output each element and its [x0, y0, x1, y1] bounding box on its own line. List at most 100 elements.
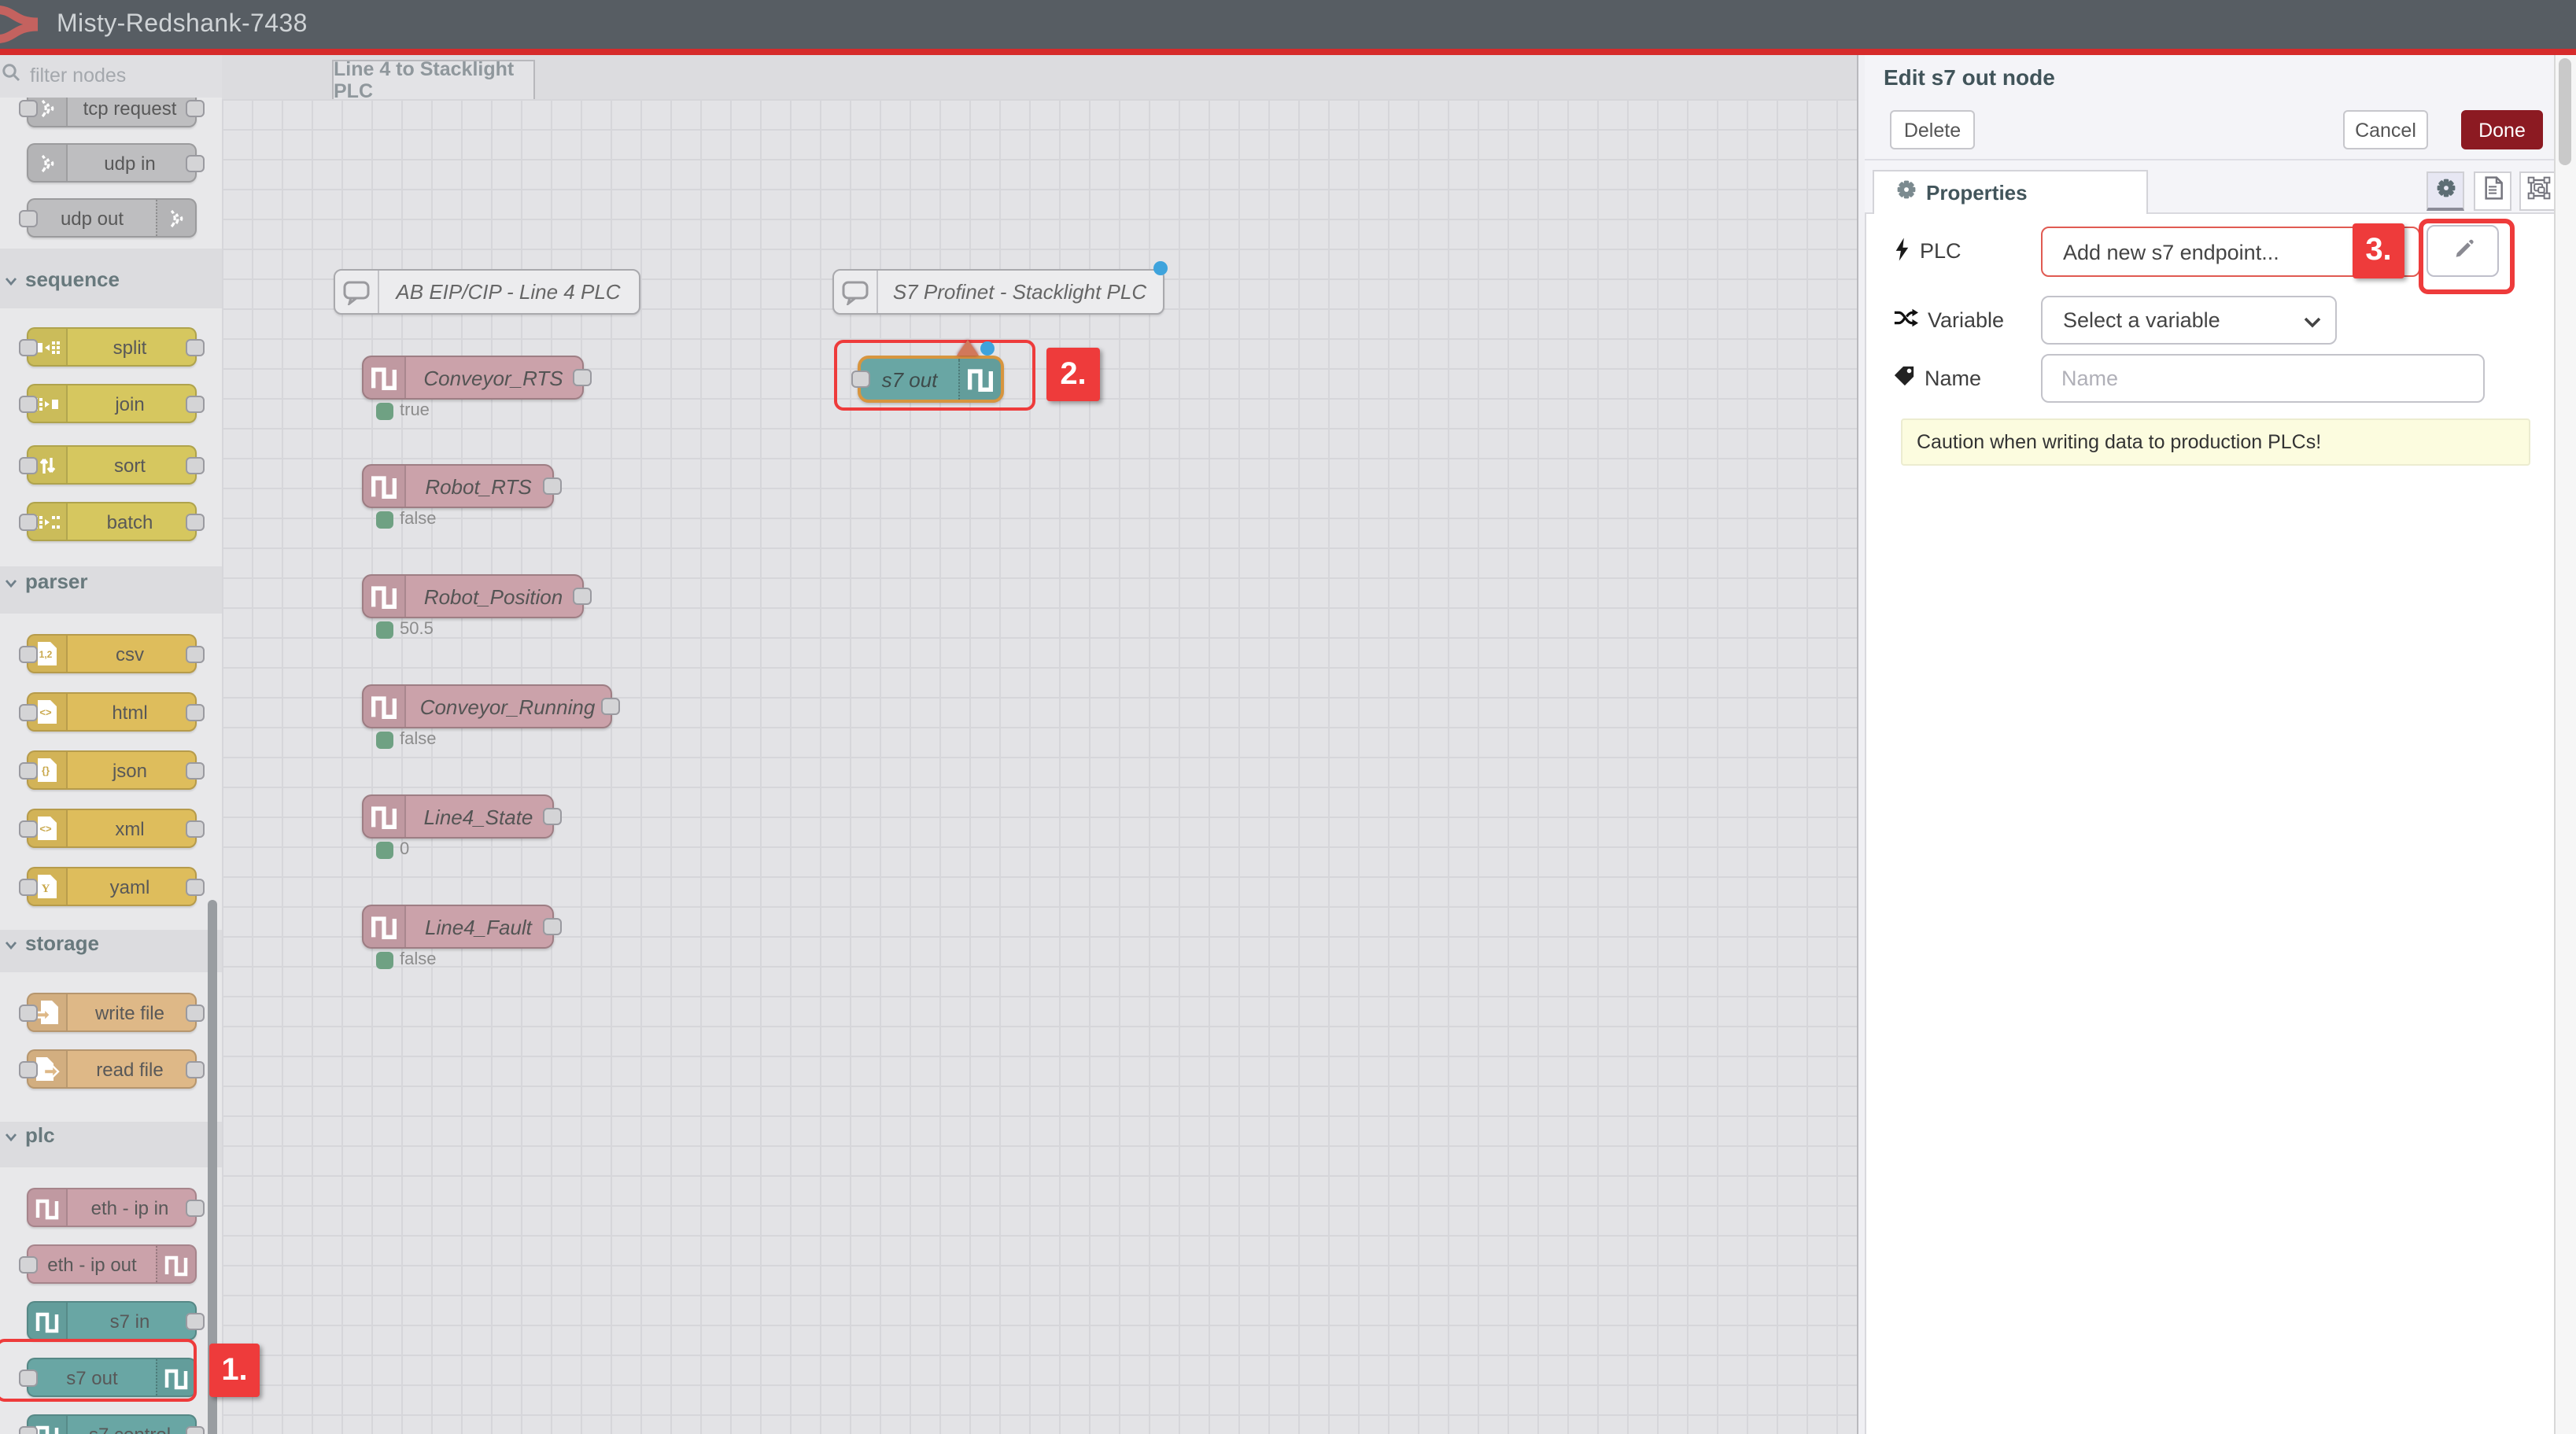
input-port[interactable]: [18, 456, 37, 474]
palette-node-label: eth - ip in: [65, 1189, 194, 1226]
tray-resize-grip[interactable]: [1858, 54, 1866, 1434]
flow-canvas[interactable]: AB EIP/CIP - Line 4 PLC S7 Profinet - St…: [222, 99, 1857, 1434]
input-port[interactable]: [18, 99, 37, 116]
palette-node-udp-in[interactable]: udp in: [26, 143, 196, 182]
tray-scrollbar-handle[interactable]: [2559, 57, 2571, 164]
input-port[interactable]: [18, 1425, 37, 1434]
status-text: 50.5: [400, 620, 434, 639]
tray-toolbar: Properties: [1865, 160, 2556, 214]
variable-select[interactable]: Select a variable: [2041, 296, 2337, 345]
cancel-button[interactable]: Cancel: [2343, 110, 2428, 149]
tab-properties[interactable]: Properties: [1873, 169, 2148, 214]
palette-node-tcp-request[interactable]: tcp request: [26, 98, 196, 127]
square-wave-icon: [364, 357, 406, 398]
palette-node-eth-ip-in[interactable]: eth - ip in: [26, 1188, 196, 1227]
svg-text:<>: <>: [39, 823, 52, 835]
output-port[interactable]: [543, 477, 562, 495]
output-port[interactable]: [185, 1199, 204, 1216]
output-port[interactable]: [185, 456, 204, 474]
output-port[interactable]: [185, 395, 204, 412]
input-port[interactable]: [18, 1060, 37, 1078]
tab-properties-label: Properties: [1926, 181, 2028, 205]
input-port[interactable]: [18, 395, 37, 412]
input-port[interactable]: [18, 761, 37, 779]
output-port[interactable]: [185, 1312, 204, 1329]
category-label: parser: [25, 569, 88, 592]
chevron-down-icon: [5, 931, 17, 954]
palette-category-storage[interactable]: storage: [0, 928, 222, 957]
palette-node-join[interactable]: join: [26, 384, 196, 423]
flow-node-robot-position[interactable]: Robot_Position: [362, 574, 584, 618]
gear-icon: [2435, 177, 2456, 202]
input-port[interactable]: [851, 370, 869, 388]
palette-node-html[interactable]: <> html: [26, 692, 196, 732]
palette-search-input[interactable]: [27, 64, 206, 89]
palette-category-plc[interactable]: plc: [0, 1120, 222, 1148]
flow-node-robot-rts[interactable]: Robot_RTS: [362, 464, 554, 508]
done-button[interactable]: Done: [2461, 110, 2543, 149]
palette-node-batch[interactable]: batch: [26, 502, 196, 541]
flow-node-s7-out-selected[interactable]: s7 out: [857, 356, 1003, 403]
output-port[interactable]: [543, 808, 562, 825]
output-port[interactable]: [185, 99, 204, 116]
palette-node-read-file[interactable]: read file: [26, 1049, 196, 1089]
plc-field-label: PLC: [1893, 227, 1962, 275]
output-port[interactable]: [185, 1425, 204, 1434]
output-port[interactable]: [185, 154, 204, 171]
palette-node-sort[interactable]: sort: [26, 445, 196, 485]
comment-node-ab-eip[interactable]: AB EIP/CIP - Line 4 PLC: [334, 269, 640, 315]
status-text: false: [400, 510, 437, 529]
svg-text:<>: <>: [39, 706, 52, 718]
shuffle-icon: [1893, 307, 1918, 334]
description-view-button[interactable]: [2474, 171, 2511, 210]
output-port[interactable]: [601, 698, 620, 715]
properties-view-button[interactable]: [2427, 171, 2464, 210]
node-appearance-button[interactable]: [2519, 171, 2557, 210]
tray-scrollbar[interactable]: [2554, 54, 2576, 1434]
palette-category-sequence[interactable]: sequence: [0, 264, 222, 293]
annotation-badge-step2: 2.: [1046, 348, 1100, 401]
comment-node-s7-profinet[interactable]: S7 Profinet - Stacklight PLC: [832, 269, 1164, 315]
palette-node-s7-in[interactable]: s7 in: [26, 1301, 196, 1340]
palette-node-eth-ip-out[interactable]: eth - ip out: [26, 1244, 196, 1284]
palette-node-split[interactable]: split: [26, 327, 196, 367]
palette-node-write-file[interactable]: write file: [26, 993, 196, 1032]
input-port[interactable]: [18, 338, 37, 356]
palette-category-parser[interactable]: parser: [0, 566, 222, 595]
palette-node-udp-out[interactable]: udp out: [26, 198, 196, 238]
output-port[interactable]: [185, 878, 204, 895]
input-port[interactable]: [18, 1004, 37, 1021]
output-port[interactable]: [543, 918, 562, 935]
tab-line-4-to-stacklight-plc[interactable]: Line 4 to Stacklight PLC: [332, 59, 535, 101]
output-port[interactable]: [185, 1004, 204, 1021]
output-port[interactable]: [185, 761, 204, 779]
output-port[interactable]: [185, 513, 204, 530]
palette-node-json[interactable]: {} json: [26, 750, 196, 790]
palette-node-csv[interactable]: 1,2 csv: [26, 634, 196, 673]
name-input[interactable]: [2041, 354, 2485, 403]
output-port[interactable]: [185, 703, 204, 721]
input-port[interactable]: [18, 703, 37, 721]
output-port[interactable]: [185, 1060, 204, 1078]
flow-node-conveyor-rts[interactable]: Conveyor_RTS: [362, 356, 584, 400]
output-port[interactable]: [573, 588, 592, 605]
input-port[interactable]: [18, 513, 37, 530]
flow-node-conveyor-running[interactable]: Conveyor_Running: [362, 684, 612, 728]
input-port[interactable]: [18, 209, 37, 227]
input-port[interactable]: [18, 878, 37, 895]
flow-node-line4-fault[interactable]: Line4_Fault: [362, 905, 554, 949]
input-port[interactable]: [18, 1255, 37, 1273]
changed-dot-icon: [1153, 261, 1168, 275]
delete-button[interactable]: Delete: [1890, 110, 1975, 149]
output-port[interactable]: [573, 369, 592, 386]
input-port[interactable]: [18, 820, 37, 837]
output-port[interactable]: [185, 338, 204, 356]
input-port[interactable]: [18, 645, 37, 662]
output-port[interactable]: [185, 820, 204, 837]
output-port[interactable]: [185, 645, 204, 662]
palette-node-s7-control[interactable]: s7 control: [26, 1414, 196, 1434]
status-dot-icon: [376, 841, 393, 858]
flow-node-line4-state[interactable]: Line4_State: [362, 794, 554, 839]
palette-node-xml[interactable]: <> xml: [26, 809, 196, 848]
palette-node-yaml[interactable]: Y yaml: [26, 867, 196, 906]
